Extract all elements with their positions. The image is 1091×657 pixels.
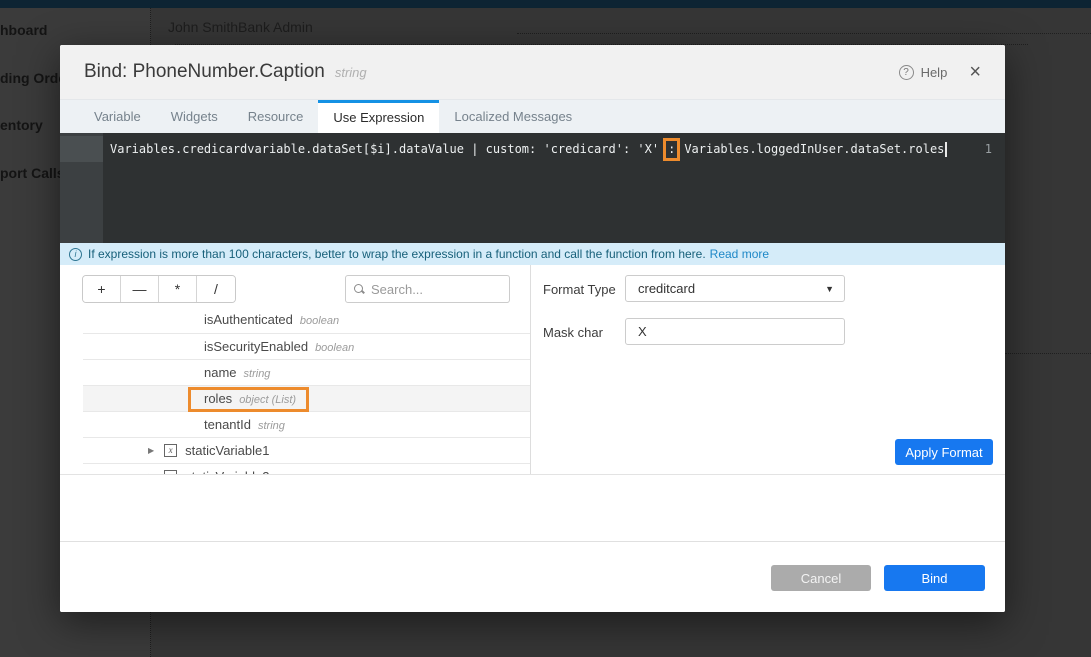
header-actions: ? Help × — [899, 62, 981, 82]
divide-operator-button[interactable]: / — [197, 276, 235, 302]
tree-row-roles-selected[interactable]: roles object (List) — [83, 385, 530, 411]
operator-group: + — * / — [82, 275, 236, 303]
expression-editor[interactable]: 1 Variables.credicardvariable.dataSet[$i… — [60, 133, 1005, 243]
tree-type: string — [244, 368, 271, 380]
tree-row-issecurityenabled[interactable]: isSecurityEnabled boolean — [83, 333, 530, 359]
search-box — [345, 275, 510, 303]
expression-code[interactable]: Variables.credicardvariable.dataSet[$i].… — [110, 136, 947, 162]
sidebar-item-inventory: entory — [0, 117, 43, 133]
tree-type: boolean — [315, 342, 354, 354]
format-type-label: Format Type — [543, 282, 616, 297]
tree-row-isauthenticated[interactable]: isAuthenticated boolean — [83, 307, 530, 333]
cancel-button[interactable]: Cancel — [771, 565, 871, 591]
chevron-right-icon[interactable]: ▶ — [148, 464, 154, 475]
search-input[interactable] — [371, 282, 501, 297]
tree-type: boolean — [300, 315, 339, 327]
tree-row-tenantid[interactable]: tenantId string — [83, 411, 530, 437]
static-variable-icon: x — [164, 470, 177, 474]
canvas-dotted-line — [1005, 353, 1091, 354]
help-label: Help — [921, 65, 948, 80]
sidebar-item-support-calls: port Calls — [0, 165, 65, 181]
roles-annotation-box: roles object (List) — [188, 387, 309, 412]
expression-info-bar: i If expression is more than 100 charact… — [60, 243, 1005, 265]
sidebar-item-dashboard: hboard — [0, 22, 47, 38]
screen: hboard ding Order entory port Calls John… — [0, 0, 1091, 657]
background-user-label: John SmithBank Admin — [168, 19, 313, 35]
colon-annotation: : — [663, 138, 680, 161]
apply-format-button[interactable]: Apply Format — [895, 439, 993, 465]
dialog-title: Bind: PhoneNumber.Caption — [84, 61, 325, 83]
format-type-value: creditcard — [638, 281, 695, 296]
empty-band — [60, 474, 1005, 541]
tree-row-name[interactable]: name string — [83, 359, 530, 385]
tree-label: tenantId — [204, 417, 251, 432]
tree-row-staticvariable1[interactable]: ▶ x staticVariable1 — [83, 437, 530, 463]
format-type-select[interactable]: creditcard ▼ — [625, 275, 845, 302]
tab-localized-messages[interactable]: Localized Messages — [439, 100, 587, 133]
mask-char-label: Mask char — [543, 325, 603, 340]
info-text: If expression is more than 100 character… — [88, 247, 706, 261]
tree-label: staticVariable1 — [185, 438, 269, 464]
multiply-operator-button[interactable]: * — [159, 276, 197, 302]
tree-label: name — [204, 365, 237, 380]
tree-label: isAuthenticated — [204, 312, 293, 327]
chevron-down-icon: ▼ — [825, 284, 834, 294]
tree-type: object (List) — [239, 394, 296, 406]
close-icon[interactable]: × — [969, 62, 981, 82]
info-icon: i — [69, 248, 82, 261]
tab-use-expression[interactable]: Use Expression — [318, 100, 439, 133]
tree-label: roles — [204, 391, 232, 406]
bind-button[interactable]: Bind — [884, 565, 985, 591]
tab-variable[interactable]: Variable — [79, 100, 156, 133]
dialog-footer: Cancel Bind — [60, 541, 1005, 612]
chevron-right-icon[interactable]: ▶ — [148, 438, 154, 464]
variables-panel: + — * / isAuthenticated boolean isSecurit… — [60, 265, 531, 474]
help-icon: ? — [899, 65, 914, 80]
tree-row-staticvariable2[interactable]: ▶ x staticVariable2 — [83, 463, 530, 474]
dialog-header: Bind: PhoneNumber.Caption string ? Help … — [60, 45, 1005, 100]
mask-char-input[interactable] — [625, 318, 845, 345]
canvas-dotted-line — [517, 33, 1091, 34]
plus-operator-button[interactable]: + — [83, 276, 121, 302]
bind-dialog: Bind: PhoneNumber.Caption string ? Help … — [60, 45, 1005, 612]
read-more-link[interactable]: Read more — [710, 247, 769, 261]
static-variable-icon: x — [164, 444, 177, 457]
type-badge: string — [335, 65, 367, 80]
tab-widgets[interactable]: Widgets — [156, 100, 233, 133]
line-number: 1 — [985, 136, 992, 162]
format-panel: Format Type creditcard ▼ Mask char Apply… — [531, 265, 1005, 474]
editor-gutter-active-line — [60, 136, 103, 162]
text-caret — [945, 142, 947, 157]
minus-operator-button[interactable]: — — [121, 276, 159, 302]
help-button[interactable]: ? Help — [899, 65, 948, 80]
tree-label: isSecurityEnabled — [204, 339, 308, 354]
bind-tabs: Variable Widgets Resource Use Expression… — [60, 100, 1005, 133]
code-segment: Variables.credicardvariable.dataSet[$i].… — [110, 142, 659, 156]
tab-resource[interactable]: Resource — [233, 100, 319, 133]
search-icon — [354, 284, 364, 294]
variable-tree: isAuthenticated boolean isSecurityEnabled… — [83, 307, 530, 474]
tree-type: string — [258, 420, 285, 432]
code-segment: Variables.loggedInUser.dataSet.roles — [684, 142, 944, 156]
dialog-body: + — * / isAuthenticated boolean isSecurit… — [60, 265, 1005, 474]
app-topbar — [0, 0, 1091, 8]
tree-label: staticVariable2 — [185, 464, 269, 475]
